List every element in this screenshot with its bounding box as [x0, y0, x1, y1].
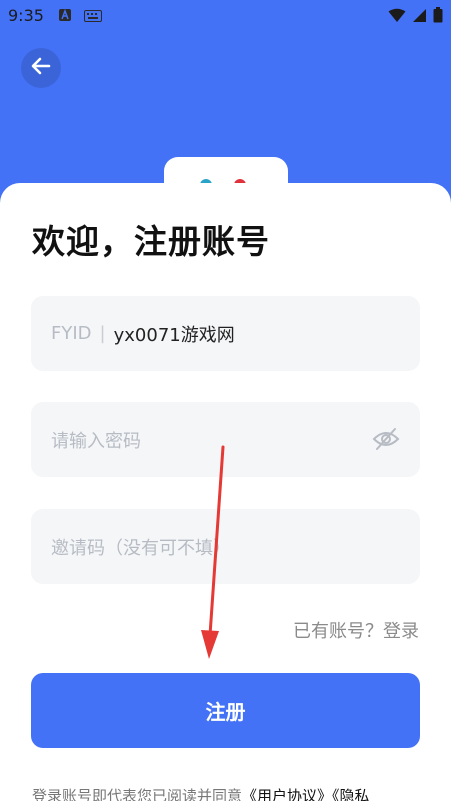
wifi-icon — [388, 8, 406, 27]
keyboard-icon — [84, 8, 102, 26]
agreement-text: 登录账号即代表您已阅读并同意 — [32, 787, 243, 801]
cellular-signal-icon — [412, 8, 427, 27]
status-indicators — [388, 7, 443, 27]
app-notification-icon — [58, 8, 72, 26]
privacy-policy-link[interactable]: 《隐私 — [332, 787, 370, 801]
fyid-prefix-label: FYID — [51, 323, 92, 344]
user-agreement-link[interactable]: 《用户协议》 — [242, 787, 332, 801]
battery-icon — [433, 7, 443, 27]
page-title: 欢迎，注册账号 — [32, 222, 270, 261]
fyid-value: yx0071游戏网 — [113, 324, 235, 346]
annotation-arrow-icon — [195, 445, 235, 669]
arrow-left-icon — [30, 55, 52, 81]
fyid-field[interactable]: FYID | yx0071游戏网 — [31, 296, 420, 371]
password-placeholder: 请输入密码 — [51, 430, 141, 452]
login-link[interactable]: 已有账号？登录 — [293, 617, 419, 643]
eye-off-icon[interactable] — [372, 426, 400, 457]
register-button[interactable]: 注册 — [31, 673, 420, 748]
back-button[interactable] — [21, 48, 61, 88]
status-time: 9:35 — [8, 6, 44, 25]
agreement-text-row: 登录账号即代表您已阅读并同意《用户协议》《隐私 — [32, 785, 432, 801]
status-bar: 9:35 — [0, 0, 451, 32]
field-separator: | — [99, 323, 106, 344]
